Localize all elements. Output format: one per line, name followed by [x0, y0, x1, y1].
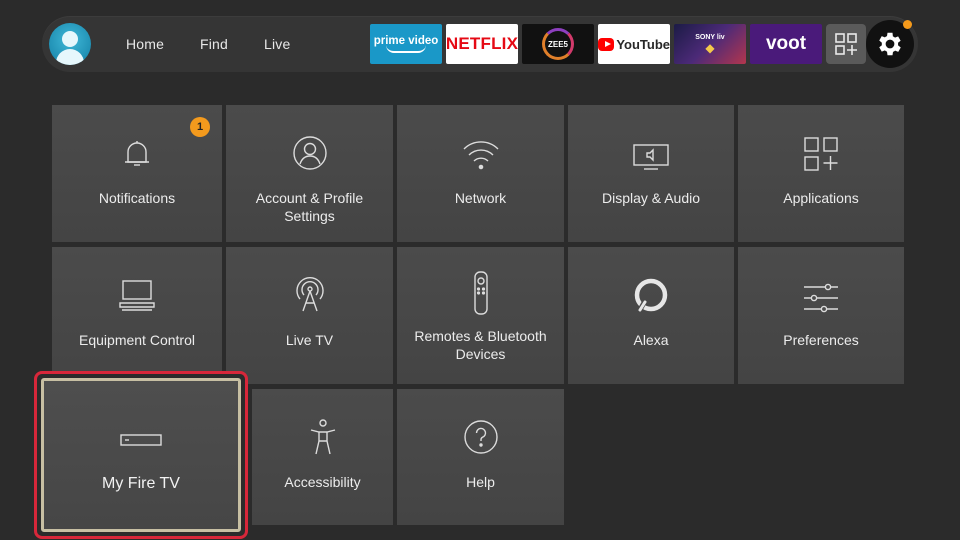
profile-avatar[interactable]	[49, 23, 91, 65]
tile-accessibility[interactable]: Accessibility	[252, 389, 393, 525]
settings-notification-dot	[903, 20, 912, 29]
antenna-icon	[295, 277, 324, 312]
tile-label: My Fire TV	[102, 475, 180, 492]
youtube-logo: YouTube	[616, 36, 670, 52]
alexa-icon	[634, 278, 668, 312]
notification-count-badge: 1	[190, 117, 210, 137]
sliders-icon	[804, 283, 838, 313]
display-audio-icon	[633, 144, 669, 170]
tile-label: Network	[454, 190, 507, 206]
tile-equipment-control[interactable]: Equipment Control	[52, 247, 222, 384]
tile-label: Equipment Control	[79, 332, 195, 348]
zee5-logo-text: ZEE5	[547, 39, 568, 49]
sonyliv-logo: SONY liv	[695, 33, 725, 41]
tile-help[interactable]: Help	[397, 389, 564, 525]
profile-icon	[292, 136, 327, 170]
apps-grid-button[interactable]	[826, 24, 866, 64]
avatar-body-shape	[56, 49, 84, 65]
app-youtube[interactable]: YouTube	[598, 24, 670, 64]
tile-label: Applications	[783, 190, 859, 206]
tile-label: Help	[466, 474, 495, 490]
app-voot[interactable]: voot	[750, 24, 822, 64]
tile-label: Preferences	[783, 332, 859, 348]
tile-display-audio[interactable]: Display & Audio	[568, 105, 734, 242]
remote-icon	[473, 271, 488, 315]
tile-remotes-bluetooth[interactable]: Remotes & Bluetooth Devices	[397, 247, 564, 384]
tile-alexa[interactable]: Alexa	[568, 247, 734, 384]
sonyliv-mark: ◆	[705, 40, 715, 55]
gear-icon	[879, 32, 901, 56]
tile-label: Accessibility	[284, 474, 361, 490]
focused-tile-inner: My Fire TV	[41, 378, 241, 532]
wifi-icon	[463, 141, 498, 170]
app-sonyliv[interactable]: SONY liv ◆	[674, 24, 746, 64]
nav-live[interactable]: Live	[264, 36, 290, 52]
tile-label: Live TV	[285, 332, 334, 348]
tile-preferences[interactable]: Preferences	[738, 247, 904, 384]
tile-label: Notifications	[98, 190, 176, 206]
tile-account-profile-settings[interactable]: Account & Profile Settings	[226, 105, 393, 242]
tile-network[interactable]: Network	[397, 105, 564, 242]
app-zee5[interactable]: ZEE5	[522, 24, 594, 64]
tile-notifications[interactable]: 1 Notifications	[52, 105, 222, 242]
apps-grid-icon	[835, 33, 857, 55]
help-icon	[463, 420, 498, 454]
netflix-logo: NETFLIX	[446, 34, 518, 53]
app-prime-video[interactable]: prime video	[370, 24, 442, 64]
youtube-play-icon	[598, 37, 615, 51]
nav-find[interactable]: Find	[200, 36, 228, 52]
nav-home[interactable]: Home	[126, 36, 164, 52]
avatar-head-shape	[62, 31, 78, 47]
prime-smile-shape	[386, 45, 426, 53]
zee5-logo: ZEE5	[542, 28, 574, 60]
bell-icon	[125, 141, 149, 166]
tile-label: Display & Audio	[601, 190, 701, 206]
app-netflix[interactable]: NETFLIX	[446, 24, 518, 64]
tile-my-fire-tv[interactable]: My Fire TV	[34, 371, 248, 539]
fire-tv-device-icon	[120, 434, 162, 446]
tile-applications[interactable]: Applications	[738, 105, 904, 242]
applications-icon	[804, 137, 838, 171]
tile-label: Account & Profile Settings	[255, 190, 364, 224]
tile-label: Alexa	[633, 332, 669, 348]
accessibility-icon	[310, 419, 335, 455]
equipment-icon	[119, 280, 155, 311]
tile-live-tv[interactable]: Live TV	[226, 247, 393, 384]
voot-logo: voot	[765, 33, 807, 54]
tile-label: Remotes & Bluetooth Devices	[414, 328, 547, 362]
